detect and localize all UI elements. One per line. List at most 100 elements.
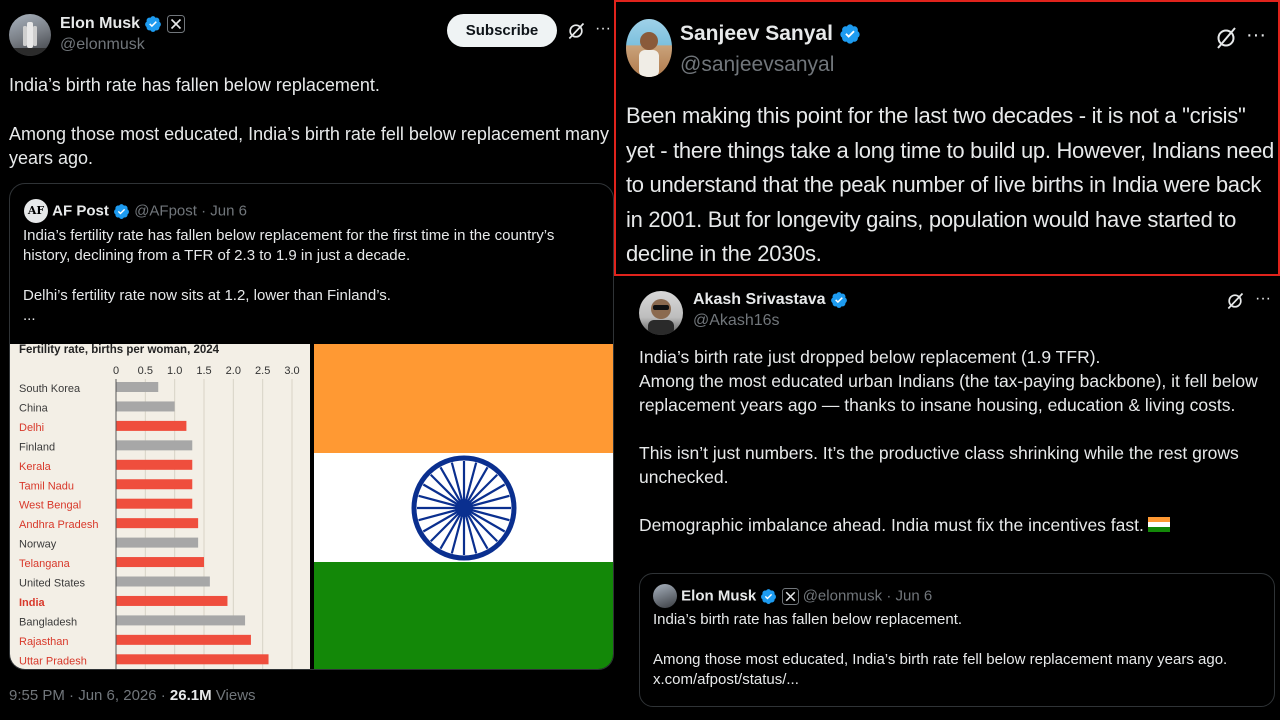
more-options-icon[interactable]: ··· [1246, 24, 1266, 47]
grok-icon[interactable] [1214, 26, 1238, 50]
quoted-tweet[interactable]: AF AF Post @AFpost · Jun 6 India’s ferti… [9, 183, 614, 670]
views-label: Views [211, 687, 256, 704]
category-label: Finland [19, 441, 55, 453]
author-name[interactable]: Elon Musk [60, 15, 185, 33]
tweet-text: India’s birth rate just dropped below re… [639, 345, 1279, 537]
grok-icon[interactable] [1225, 291, 1245, 311]
category-label: Tamil Nadu [19, 480, 74, 492]
quoted-media[interactable]: Fertility rate, births per woman, 2024 0 0… [10, 344, 613, 669]
fertility-chart-image[interactable]: Fertility rate, births per woman, 2024 0 0… [10, 344, 310, 669]
right-top-tweet: Sanjeev Sanyal @sanjeevsanyal ··· Been m… [614, 0, 1280, 276]
sanyal-avatar[interactable] [626, 19, 672, 77]
left-tweet: Elon Musk @elonmusk Subscribe ··· India’… [0, 0, 614, 720]
tweet-text: Been making this point for the last two … [626, 103, 1274, 266]
category-label: China [19, 402, 49, 414]
tweet-text-paragraph-1: India’s birth rate has fallen below repl… [9, 75, 380, 95]
category-label: United States [19, 578, 86, 590]
x-tick-label: 0 [113, 365, 119, 377]
chakra-hub [455, 499, 473, 517]
quoted-paragraph-1: India’s fertility rate has fallen below … [23, 227, 555, 264]
chart-title: Fertility rate, births per woman, 2024 [19, 344, 220, 356]
fertility-chart: Fertility rate, births per woman, 2024 0 0… [19, 344, 300, 669]
tweet-paragraph-2: This isn’t just numbers. It’s the produc… [639, 443, 1239, 487]
quoted-paragraph-2: Among those most educated, India’s birth… [653, 651, 1228, 688]
tweet-timestamp[interactable]: 9:55 PM · Jun 6, 2026 · [9, 687, 170, 704]
person-icon [648, 299, 674, 335]
tweet-line-1: India’s birth rate just dropped below re… [639, 347, 1101, 367]
author-handle[interactable]: @sanjeevsanyal [680, 53, 834, 77]
category-label: Telangana [19, 558, 71, 570]
author-name-text[interactable]: Elon Musk [60, 15, 140, 32]
views-count: 26.1M [169, 687, 212, 704]
akash-avatar[interactable] [639, 291, 683, 335]
category-label: Andhra Pradesh [19, 519, 99, 531]
x-tick-label: 2.5 [255, 365, 270, 377]
category-label: Kerala [19, 461, 52, 473]
quoted-author-handle[interactable]: @elonmusk [803, 588, 882, 605]
tweet-text-paragraph-2: Among those most educated, India’s birth… [9, 124, 609, 168]
quoted-ellipsis: ... [23, 307, 36, 324]
x-tick-label: 2.0 [226, 365, 241, 377]
category-label: Uttar Pradesh [19, 655, 87, 667]
category-label: Bangladesh [19, 616, 77, 628]
verified-badge-icon [761, 588, 777, 604]
quoted-tweet-header: AF AF Post @AFpost · Jun 6 [24, 199, 247, 223]
category-label: South Korea [19, 383, 81, 395]
tweet-paragraph-3: Demographic imbalance ahead. India must … [639, 513, 1279, 537]
quoted-paragraph-2: Delhi’s fertility rate now sits at 1.2, … [23, 287, 391, 304]
quoted-tweet-body: India’s fertility rate has fallen below … [23, 226, 593, 326]
quoted-date[interactable]: · Jun 6 [886, 588, 932, 605]
x-affiliate-icon [781, 587, 799, 605]
author-name[interactable]: Sanjeev Sanyal [680, 22, 861, 46]
category-label: Norway [19, 539, 57, 551]
flag-green-band [314, 562, 613, 669]
tweet-line-2: Among the most educated urban Indians (t… [639, 371, 1258, 415]
flag-saffron-band [314, 344, 613, 453]
bar [116, 498, 193, 509]
elon-avatar[interactable] [9, 14, 51, 56]
author-handle[interactable]: @Akash16s [693, 312, 780, 330]
x-tick-label: 0.5 [138, 365, 153, 377]
quoted-date[interactable]: · Jun 6 [201, 203, 247, 220]
rocket-icon [9, 22, 51, 56]
quoted-author-name[interactable]: Elon Musk [681, 588, 756, 605]
bar [116, 459, 193, 470]
elon-avatar-small[interactable] [653, 584, 677, 608]
ashoka-chakra-icon [411, 455, 517, 561]
bar [116, 557, 204, 568]
category-label: Rajasthan [19, 636, 69, 648]
afpost-avatar[interactable]: AF [24, 199, 48, 223]
quoted-tweet-body: India’s birth rate has fallen below repl… [653, 610, 1253, 690]
bar [116, 440, 193, 451]
bar [116, 654, 269, 665]
bar [116, 420, 187, 431]
verified-badge-icon [145, 16, 162, 32]
author-name-text[interactable]: Sanjeev Sanyal [680, 22, 833, 45]
india-flag-image[interactable] [314, 344, 613, 669]
quoted-author-name[interactable]: AF Post [52, 203, 109, 220]
bar [116, 634, 251, 645]
author-handle[interactable]: @elonmusk [60, 36, 145, 54]
quoted-tweet[interactable]: Elon Musk @elonmusk · Jun 6 India’s birt… [639, 573, 1275, 707]
more-options-icon[interactable]: ··· [595, 20, 611, 38]
grok-icon[interactable] [566, 21, 586, 41]
subscribe-button[interactable]: Subscribe [447, 14, 557, 47]
right-bottom-tweet: Akash Srivastava @Akash16s ··· India’s b… [614, 278, 1280, 720]
author-name[interactable]: Akash Srivastava [693, 291, 848, 309]
tweet-meta: 9:55 PM · Jun 6, 2026 · 26.1M Views [9, 687, 256, 704]
quoted-paragraph-1: India’s birth rate has fallen below repl… [653, 611, 963, 628]
bar [116, 537, 199, 548]
verified-badge-icon [840, 24, 860, 45]
bar [116, 576, 210, 587]
author-name-text[interactable]: Akash Srivastava [693, 291, 826, 308]
more-options-icon[interactable]: ··· [1255, 290, 1271, 308]
quoted-author-handle[interactable]: @AFpost [134, 203, 197, 220]
tweet-paragraph-3-text: Demographic imbalance ahead. India must … [639, 515, 1144, 535]
india-flag-emoji-icon [1147, 517, 1170, 532]
person-icon [639, 32, 659, 77]
verified-badge-icon [831, 292, 847, 308]
bar [116, 595, 228, 606]
x-affiliate-icon [166, 15, 185, 33]
category-label: West Bengal [19, 500, 81, 512]
bar [116, 479, 193, 490]
